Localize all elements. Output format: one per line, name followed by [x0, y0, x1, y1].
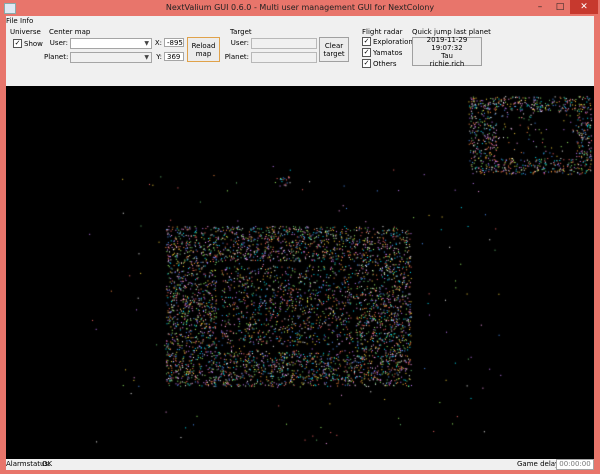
menu-bar: File Info — [6, 16, 594, 26]
reload-map-button[interactable]: Reload map — [187, 37, 220, 62]
clear-target-button[interactable]: Clear target — [319, 37, 349, 62]
y-input[interactable]: 369 — [164, 52, 184, 61]
center-planet-select[interactable]: ▼ — [70, 52, 152, 63]
menu-file[interactable]: File — [6, 17, 18, 25]
chevron-down-icon: ▼ — [144, 40, 149, 47]
close-button[interactable]: ✕ — [570, 0, 598, 14]
explorations-label: Explorations — [373, 37, 417, 46]
minimize-button[interactable]: – — [531, 0, 549, 14]
show-label: Show — [24, 39, 43, 48]
yamatos-check-icon: ✓ — [362, 48, 371, 57]
quick-jump-date: 2019-11-29 19:07:32 — [426, 35, 468, 52]
explorations-checkbox[interactable]: ✓ Explorations — [362, 37, 416, 46]
status-bar: Alarmstatus: OK Game delay: 00:00:00 — [6, 459, 594, 470]
target-title: Target — [230, 28, 252, 36]
others-label: Others — [373, 59, 397, 68]
yamatos-checkbox[interactable]: ✓ Yamatos — [362, 48, 402, 57]
window-title: NextValium GUI 0.6.0 - Multi user manage… — [165, 3, 435, 12]
target-planet-field[interactable] — [251, 52, 317, 63]
target-user-label: User: — [230, 39, 249, 47]
quick-jump-planet: Tau — [441, 51, 453, 60]
maximize-button[interactable]: □ — [551, 0, 569, 14]
center-planet-label: Planet: — [44, 53, 69, 61]
center-map-title: Center map — [49, 28, 91, 36]
menu-info[interactable]: Info — [20, 17, 33, 25]
center-user-select[interactable]: ▼ — [70, 38, 152, 49]
show-check-icon: ✓ — [13, 39, 22, 48]
center-user-label: User: — [49, 39, 68, 47]
universe-title: Universe — [10, 28, 41, 36]
y-label: Y: — [156, 53, 162, 61]
title-bar[interactable]: NextValium GUI 0.6.0 - Multi user manage… — [0, 0, 600, 16]
others-check-icon: ✓ — [362, 59, 371, 68]
chevron-down-icon: ▼ — [144, 54, 149, 61]
control-panel: Universe ✓ Show Center map User: ▼ Plane… — [6, 26, 594, 86]
alarm-status-value: OK — [42, 460, 53, 468]
x-input[interactable]: -895 — [164, 38, 184, 47]
game-delay-field: 00:00:00 — [556, 459, 594, 470]
others-checkbox[interactable]: ✓ Others — [362, 59, 397, 68]
quick-jump-user: richie.rich — [429, 59, 465, 68]
client-area: File Info Universe ✓ Show Center map Use… — [6, 16, 594, 470]
game-delay-label: Game delay: — [517, 460, 562, 468]
yamatos-label: Yamatos — [373, 48, 403, 57]
target-planet-label: Planet: — [224, 53, 249, 61]
explorations-check-icon: ✓ — [362, 37, 371, 46]
target-user-field[interactable] — [251, 38, 317, 49]
quick-jump-button[interactable]: 2019-11-29 19:07:32 Tau richie.rich — [412, 35, 482, 68]
flight-radar-title: Flight radar — [362, 28, 403, 36]
show-checkbox[interactable]: ✓ Show — [13, 39, 43, 48]
x-label: X: — [154, 39, 162, 47]
universe-map[interactable] — [6, 86, 594, 459]
app-window: NextValium GUI 0.6.0 - Multi user manage… — [0, 0, 600, 474]
map-canvas[interactable] — [6, 86, 594, 459]
